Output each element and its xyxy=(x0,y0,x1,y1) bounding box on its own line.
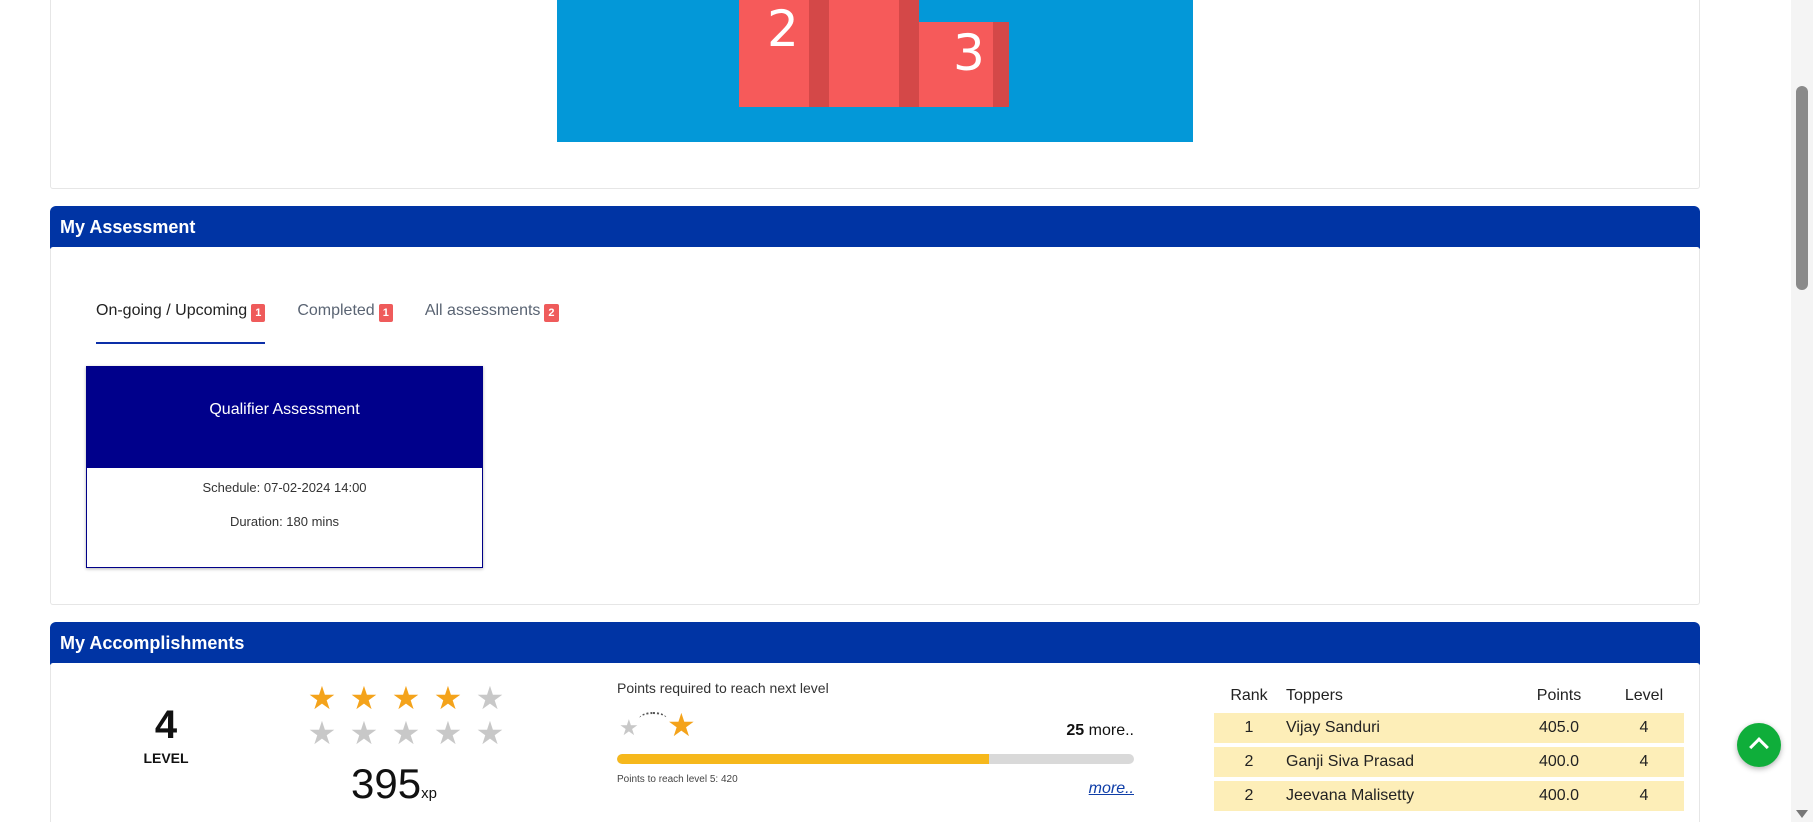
progress-note: Points to reach level 5: 420 xyxy=(617,774,738,785)
name-cell: Jeevana Malisetty xyxy=(1286,787,1415,804)
points-cell: 405.0 xyxy=(1538,719,1580,736)
podium-illustration: 2 3 xyxy=(557,0,1193,142)
count-badge: 2 xyxy=(544,304,559,322)
count-badge: 1 xyxy=(378,304,393,322)
level-number: 4 xyxy=(154,703,178,747)
level-progress: Points required to reach next level ★ ★ … xyxy=(617,680,1134,785)
dotted-arrow-icon xyxy=(639,712,667,726)
page: 2 3 My Assessment On-going / Upcoming 1 … xyxy=(0,0,1813,822)
assessment-section-header: My Assessment xyxy=(50,206,1700,249)
points-cell: 400.0 xyxy=(1538,787,1580,804)
star-empty-icon: ★ xyxy=(307,714,337,752)
level-label: LEVEL xyxy=(143,750,189,766)
count-badge: 1 xyxy=(251,304,266,322)
scrollbar[interactable] xyxy=(1791,0,1813,822)
progress-title: Points required to reach next level xyxy=(617,680,829,696)
col-rank: Rank xyxy=(1230,687,1268,704)
name-cell: Ganji Siva Prasad xyxy=(1286,753,1415,770)
scroll-down-arrow-icon[interactable] xyxy=(1796,810,1808,818)
xp-unit: xp xyxy=(421,785,437,802)
more-link[interactable]: more.. xyxy=(1089,780,1134,798)
star-filled-icon: ★ xyxy=(433,679,463,717)
rank-cell: 2 xyxy=(1244,787,1254,804)
star-empty-icon: ★ xyxy=(475,714,505,752)
table-row: 2 Jeevana Malisetty 400.0 4 xyxy=(1214,781,1684,811)
tab-label: On-going / Upcoming xyxy=(96,302,248,319)
col-level: Level xyxy=(1624,687,1664,704)
progress-bar xyxy=(617,754,1134,764)
qualifier-assessment-card[interactable]: Qualifier Assessment Schedule: 07-02-202… xyxy=(86,366,483,568)
level-cell: 4 xyxy=(1639,787,1649,804)
tab-ongoing-upcoming[interactable]: On-going / Upcoming 1 xyxy=(96,302,266,344)
rank-cell: 1 xyxy=(1244,719,1254,736)
star-empty-icon: ★ xyxy=(391,714,421,752)
star-icon: ★ xyxy=(667,706,696,744)
points-more-suffix: more.. xyxy=(1084,722,1134,739)
points-more: 25 more.. xyxy=(1066,722,1134,740)
xp-total: 395xp xyxy=(351,760,437,808)
star-empty-icon: ★ xyxy=(433,714,463,752)
star-filled-icon: ★ xyxy=(391,679,421,717)
col-toppers: Toppers xyxy=(1286,687,1343,704)
star-filled-icon: ★ xyxy=(349,679,379,717)
name-cell: Vijay Sanduri xyxy=(1286,719,1380,736)
assessment-title: Qualifier Assessment xyxy=(87,367,482,468)
podium-card: 2 3 xyxy=(50,0,1700,189)
podium-shade xyxy=(993,22,1009,107)
leaderboard-header: Rank Toppers Points Level xyxy=(1214,683,1684,709)
star-outline-icon: ★ xyxy=(619,716,639,741)
podium-shade xyxy=(899,0,919,107)
table-row: 1 Vijay Sanduri 405.0 4 xyxy=(1214,713,1684,743)
tab-label: All assessments xyxy=(424,302,541,319)
podium-number-second: 2 xyxy=(767,0,799,58)
star-row: ★ ★ ★ ★ ★ xyxy=(301,681,511,716)
level-box: 4 LEVEL xyxy=(111,703,221,766)
star-empty-icon: ★ xyxy=(475,679,505,717)
rank-cell: 2 xyxy=(1244,753,1254,770)
tab-completed[interactable]: Completed 1 xyxy=(297,302,393,344)
scrollbar-thumb[interactable] xyxy=(1796,86,1808,290)
star-filled-icon: ★ xyxy=(307,679,337,717)
star-rating: ★ ★ ★ ★ ★ ★ ★ ★ ★ ★ xyxy=(301,681,511,751)
podium-number-third: 3 xyxy=(953,24,985,82)
accomplishments-section-header: My Accomplishments xyxy=(50,622,1700,665)
progress-bar-fill xyxy=(617,754,990,764)
assessment-card: On-going / Upcoming 1 Completed 1 All as… xyxy=(50,247,1700,605)
level-cell: 4 xyxy=(1639,719,1649,736)
level-cell: 4 xyxy=(1639,753,1649,770)
leaderboard: Rank Toppers Points Level 1 Vijay Sandur… xyxy=(1214,683,1684,811)
podium-shade xyxy=(809,0,829,107)
table-row: 2 Ganji Siva Prasad 400.0 4 xyxy=(1214,747,1684,777)
scroll-to-top-button[interactable] xyxy=(1737,723,1781,767)
chevron-up-icon xyxy=(1749,737,1769,757)
col-points: Points xyxy=(1536,687,1582,704)
star-row: ★ ★ ★ ★ ★ xyxy=(301,716,511,751)
assessment-tabs: On-going / Upcoming 1 Completed 1 All as… xyxy=(96,302,591,344)
assessment-duration: Duration: 180 mins xyxy=(229,514,340,529)
xp-value: 395 xyxy=(351,760,422,807)
accomplishments-card: 4 LEVEL ★ ★ ★ ★ ★ ★ ★ ★ ★ ★ 395xp Points require… xyxy=(50,663,1700,822)
tab-all-assessments[interactable]: All assessments 2 xyxy=(425,302,559,344)
assessment-schedule: Schedule: 07-02-2024 14:00 xyxy=(202,480,367,495)
level-up-icons: ★ ★ 25 more.. xyxy=(617,706,1134,750)
points-cell: 400.0 xyxy=(1538,753,1580,770)
points-more-value: 25 xyxy=(1066,722,1085,739)
star-empty-icon: ★ xyxy=(349,714,379,752)
tab-label: Completed xyxy=(297,302,375,319)
